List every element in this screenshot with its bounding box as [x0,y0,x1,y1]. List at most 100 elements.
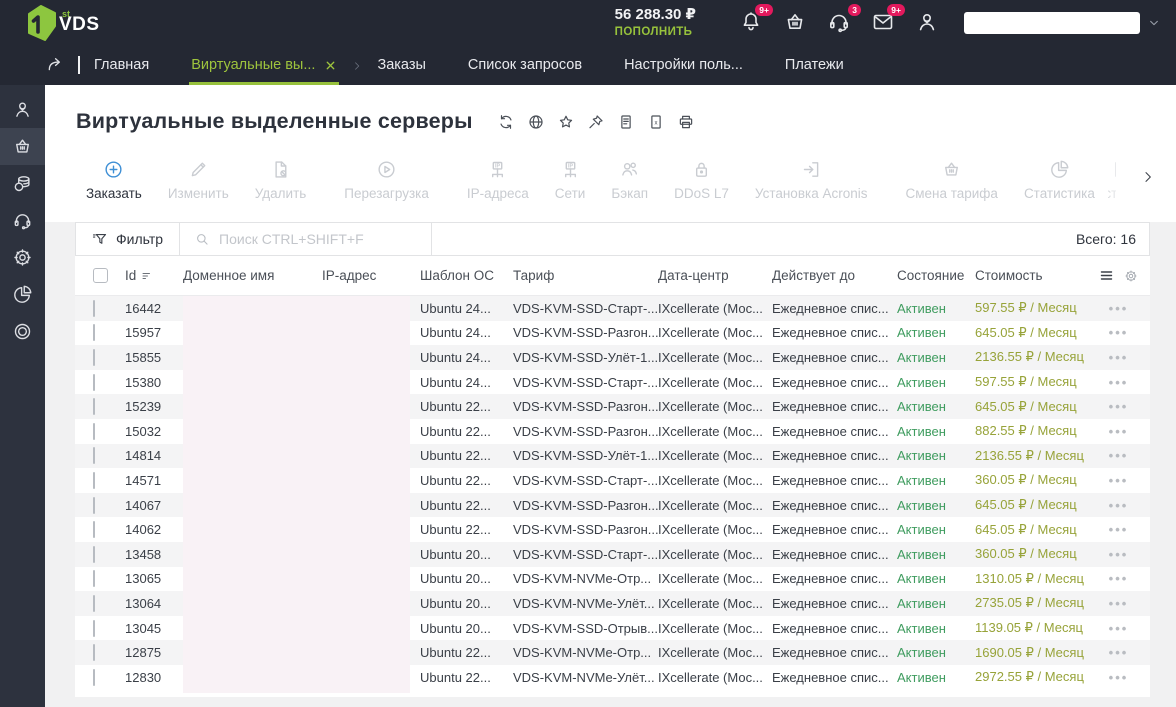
table-settings-gear-icon[interactable] [1124,269,1138,283]
row-checkbox[interactable] [93,373,95,391]
row-actions-menu[interactable]: ••• [1087,548,1150,561]
filter-button[interactable]: Фильтр [76,223,181,255]
sidebar-item-clients[interactable] [0,91,45,128]
row-actions-menu[interactable]: ••• [1087,474,1150,487]
row-actions-menu[interactable]: ••• [1087,572,1150,585]
column-header-4[interactable]: Тариф [513,268,658,283]
row-actions-menu[interactable]: ••• [1087,449,1150,462]
row-actions-menu[interactable]: ••• [1087,376,1150,389]
support-button[interactable]: 3 [827,3,861,36]
row-actions-menu[interactable]: ••• [1087,622,1150,635]
row-checkbox[interactable] [93,521,95,539]
row-actions-menu[interactable]: ••• [1087,671,1150,684]
ip-addresses-button[interactable]: IP IP-адреса [454,153,542,211]
cart-button[interactable] [783,10,809,36]
column-header-5[interactable]: Дата-центр [658,268,772,283]
log-icon[interactable] [617,113,635,131]
row-actions-menu[interactable]: ••• [1087,351,1150,364]
acronis-button[interactable]: Установка Acronis [742,153,881,211]
row-checkbox[interactable] [93,348,95,366]
left-nav-sidebar [0,85,45,707]
networks-button[interactable]: IP Сети [542,153,599,211]
tab-user-settings[interactable]: Настройки поль... [624,45,743,85]
cell-tariff: VDS-KVM-SSD-Старт-... [513,546,658,562]
reboot-button[interactable]: Перезагрузка [331,153,442,211]
sidebar-item-monitoring[interactable] [0,313,45,350]
cell-tariff: VDS-KVM-SSD-Разгон... [513,522,658,538]
row-actions-menu[interactable]: ••• [1087,400,1150,413]
row-checkbox[interactable] [93,545,95,563]
column-header-2[interactable]: IP-адрес [322,268,420,283]
tab-label: Список запросов [467,57,583,73]
search-input[interactable] [219,231,418,247]
tab-label: Платежи [784,57,844,73]
row-actions-menu[interactable]: ••• [1087,499,1150,512]
chevron-down-icon[interactable] [1146,15,1162,31]
tab-home[interactable]: Главная [94,45,149,85]
topup-button[interactable]: ПОПОЛНИТЬ [615,25,696,39]
row-checkbox[interactable] [93,324,95,342]
row-actions-menu[interactable]: ••• [1087,646,1150,659]
ddos-l7-button[interactable]: DDoS L7 [661,153,742,211]
column-header-8[interactable]: Стоимость [975,268,1087,283]
select-all-checkbox[interactable] [93,268,108,283]
pin-icon[interactable] [587,113,605,131]
edit-button[interactable]: Изменить [155,153,242,211]
sidebar-item-settings[interactable] [0,239,45,276]
column-header-7[interactable]: Состояние [897,268,975,283]
row-checkbox[interactable] [93,570,95,588]
sidebar-item-support[interactable] [0,202,45,239]
install-icon [801,159,822,180]
person-icon [12,99,33,120]
tab-vds[interactable]: Виртуальные вы... [189,45,340,85]
statistics-button[interactable]: Статистика [1011,153,1108,211]
tab-requests[interactable]: Список запросов [468,45,582,85]
sidebar-item-statistics[interactable] [0,276,45,313]
star-icon[interactable] [557,113,575,131]
row-checkbox[interactable] [93,594,95,612]
order-button[interactable]: Заказать [73,153,155,211]
history-button[interactable]: ? История [1107,153,1116,211]
delete-button[interactable]: Удалить [242,153,320,211]
profile-button[interactable] [915,10,941,36]
row-checkbox[interactable] [93,619,95,637]
cell-os-template: Ubuntu 22... [420,448,491,464]
column-header-label[interactable]: Id [125,268,136,283]
sidebar-item-finance[interactable] [0,165,45,202]
menu-icon[interactable] [1099,268,1114,283]
printer-icon[interactable] [677,113,695,131]
firstvds-logo[interactable]: st VDS [26,3,104,43]
close-tab-icon[interactable] [324,59,337,72]
row-checkbox[interactable] [93,668,95,686]
globe-icon[interactable] [527,113,545,131]
cell-cost: 360.05 ₽ / Месяц [975,472,1077,488]
row-checkbox[interactable] [93,422,95,440]
column-header-1[interactable]: Доменное имя [183,268,322,283]
row-actions-menu[interactable]: ••• [1087,425,1150,438]
row-checkbox[interactable] [93,644,95,662]
row-checkbox[interactable] [93,447,95,465]
tab-payments[interactable]: Платежи [785,45,844,85]
row-actions-menu[interactable]: ••• [1087,326,1150,339]
toolbar-scroll-right-icon[interactable] [1140,169,1156,185]
row-checkbox[interactable] [93,398,95,416]
messages-button[interactable]: 9+ [871,3,905,36]
row-actions-menu[interactable]: ••• [1087,523,1150,536]
sidebar-item-products[interactable] [0,128,45,165]
column-header-6[interactable]: Действует до [772,268,897,283]
row-checkbox[interactable] [93,299,95,317]
excel-icon[interactable]: x [647,113,665,131]
row-checkbox[interactable] [93,496,95,514]
cell-tariff: VDS-KVM-NVMe-Улёт... [513,669,655,685]
backup-button[interactable]: Бэкап [598,153,661,211]
change-tariff-button[interactable]: Смена тарифа [892,153,1010,211]
notifications-button[interactable]: 9+ [739,3,773,36]
refresh-icon[interactable] [497,113,515,131]
tab-orders[interactable]: Заказы [377,45,425,85]
row-actions-menu[interactable]: ••• [1087,597,1150,610]
user-account-redacted[interactable] [964,11,1140,34]
column-header-3[interactable]: Шаблон ОС [420,268,513,283]
row-actions-menu[interactable]: ••• [1087,302,1150,315]
forward-arrow-icon[interactable] [44,55,68,75]
row-checkbox[interactable] [93,471,95,489]
